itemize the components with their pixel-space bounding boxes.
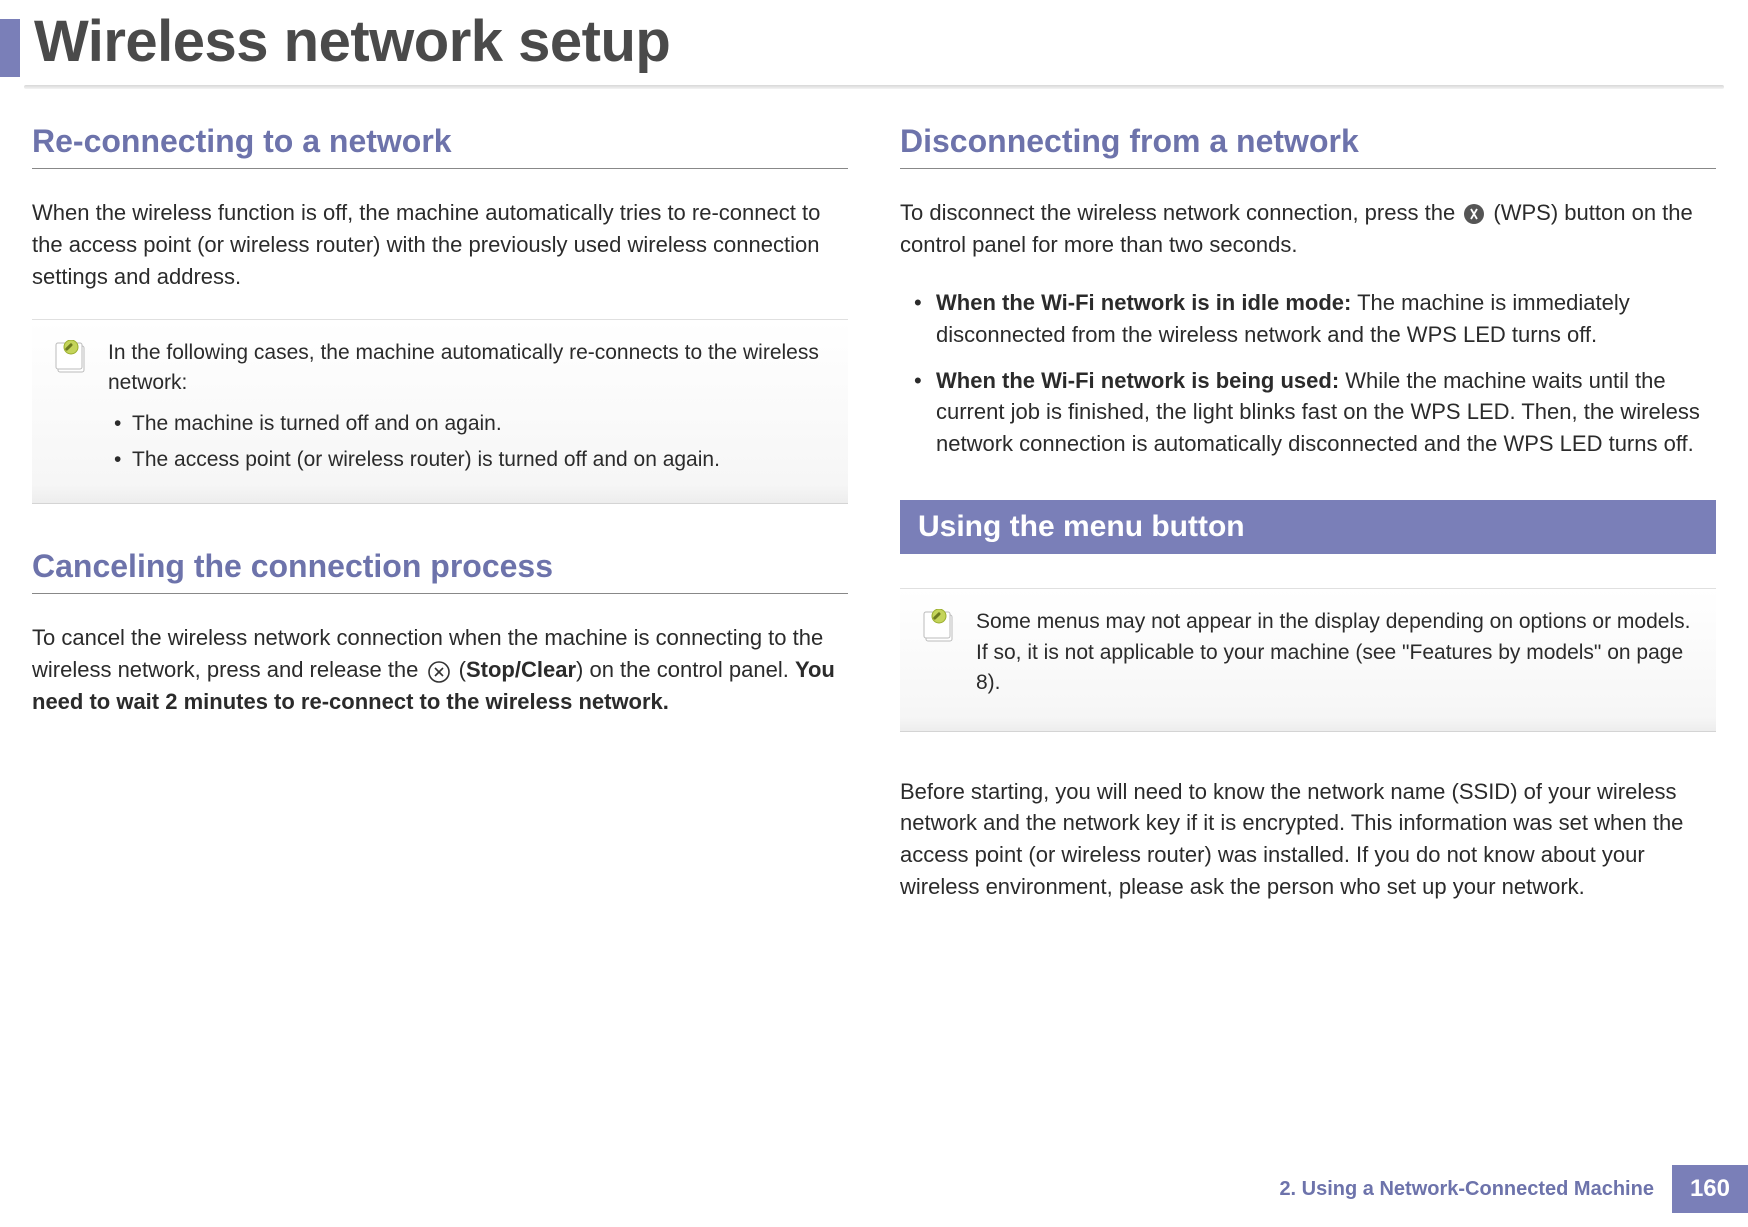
page-footer: 2. Using a Network-Connected Machine 160 [1279,1165,1748,1213]
list-item: When the Wi-Fi network is being used: Wh… [900,365,1716,461]
note-item: The access point (or wireless router) is… [114,445,826,475]
heading-using-menu: Using the menu button [900,500,1716,554]
footer-chapter: 2. Using a Network-Connected Machine [1279,1178,1672,1201]
note-box-reconnect: In the following cases, the machine auto… [32,319,848,505]
content-columns: Re-connecting to a network When the wire… [0,123,1748,929]
note-intro: In the following cases, the machine auto… [108,338,826,399]
para-disconnecting: To disconnect the wireless network conne… [900,197,1716,261]
note-item: The machine is turned off and on again. [114,409,826,439]
disconnect-list: When the Wi-Fi network is in idle mode: … [900,287,1716,460]
para-disconnect-pre: To disconnect the wireless network conne… [900,200,1461,225]
note-icon [922,607,960,708]
wps-icon [1463,203,1485,225]
section-rule [900,168,1716,169]
para-canceling-mid: ) on the control panel. [576,657,795,682]
note-content: Some menus may not appear in the display… [976,607,1694,708]
page-number: 160 [1672,1165,1748,1213]
left-column: Re-connecting to a network When the wire… [32,123,848,929]
para-before-starting: Before starting, you will need to know t… [900,776,1716,904]
heading-reconnecting: Re-connecting to a network [32,123,848,160]
para-canceling: To cancel the wireless network connectio… [32,622,848,718]
stop-clear-icon [427,660,451,684]
stop-clear-label: Stop/Clear [466,657,576,682]
heading-disconnecting: Disconnecting from a network [900,123,1716,160]
page-title: Wireless network setup [20,0,670,77]
header-accent-bar [0,19,20,77]
section-rule [32,593,848,594]
right-column: Disconnecting from a network To disconne… [900,123,1716,929]
title-underline [24,85,1724,89]
list-item-bold: When the Wi-Fi network is in idle mode: [936,290,1351,315]
para-reconnecting: When the wireless function is off, the m… [32,197,848,293]
list-item: When the Wi-Fi network is in idle mode: … [900,287,1716,351]
heading-canceling: Canceling the connection process [32,548,848,585]
note-content: In the following cases, the machine auto… [108,338,826,482]
page-header: Wireless network setup [0,0,1748,77]
section-rule [32,168,848,169]
note-icon [54,338,92,482]
list-item-bold: When the Wi-Fi network is being used: [936,368,1339,393]
note-menu-text: Some menus may not appear in the display… [976,607,1694,698]
note-box-menu: Some menus may not appear in the display… [900,588,1716,731]
